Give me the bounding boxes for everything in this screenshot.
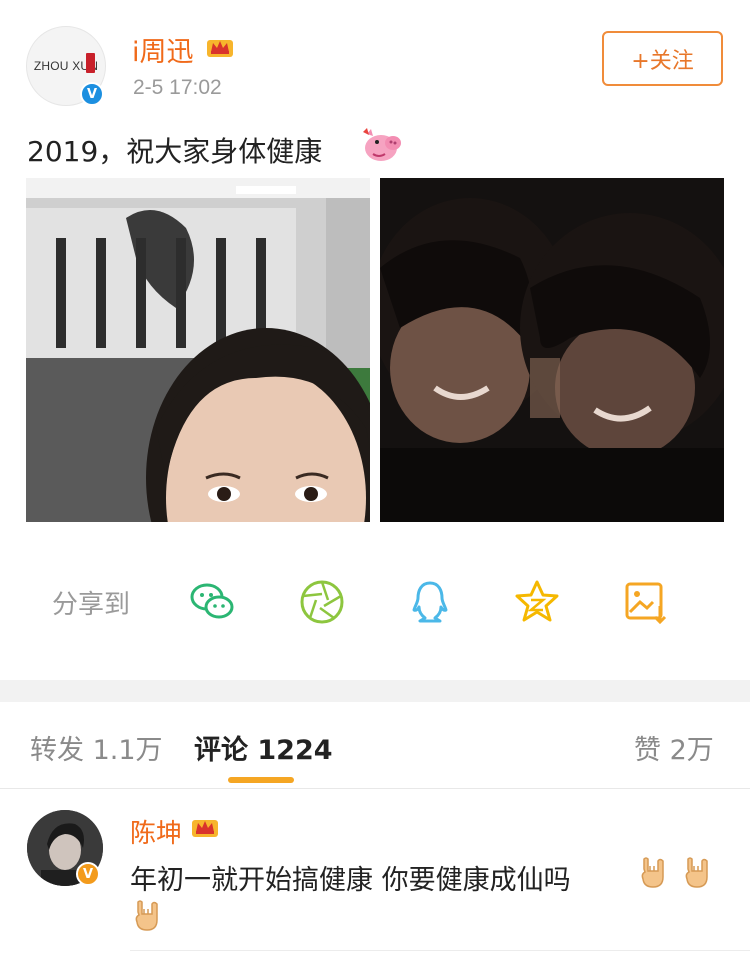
rock-hand-emoji-icon (641, 857, 664, 888)
rock-hand-emoji-icon (135, 900, 158, 931)
comment-text: 年初一就开始搞健康 你要健康成仙吗 (130, 865, 571, 896)
verified-badge-icon: V (80, 82, 104, 106)
post-timestamp: 2-5 17:02 (133, 76, 222, 99)
crown-vip-icon (192, 820, 218, 837)
selfie-photo-illustration (26, 178, 370, 522)
section-divider (0, 680, 750, 702)
qq-icon[interactable] (406, 578, 454, 626)
tab-likes[interactable]: 赞 2万 (634, 728, 714, 767)
save-image-icon[interactable] (622, 578, 670, 626)
author-name[interactable]: i周迅 (132, 30, 194, 69)
crown-vip-icon (207, 40, 233, 57)
active-tab-indicator (228, 777, 294, 783)
qzone-icon[interactable] (513, 578, 561, 626)
tab-repost[interactable]: 转发 1.1万 (30, 728, 163, 767)
couple-photo-illustration (380, 178, 724, 522)
post-text: 2019，祝大家身体健康 (27, 135, 323, 168)
avatar-logo-mark (86, 53, 95, 73)
rock-hand-emoji-icon (685, 857, 708, 888)
moments-icon[interactable] (298, 578, 346, 626)
post-image-selfie[interactable] (26, 178, 370, 522)
tab-bar-border (0, 788, 750, 789)
wechat-icon[interactable] (188, 578, 236, 626)
share-to-label: 分享到 (52, 590, 131, 620)
post-image-couple[interactable] (380, 178, 724, 522)
commenter-name[interactable]: 陈坤 (130, 813, 182, 850)
peppa-pig-emoji-icon (363, 128, 401, 161)
commenter-verified-icon: V (76, 862, 100, 886)
tab-comments[interactable]: 评论 1224 (194, 728, 333, 767)
comment-separator (130, 950, 750, 951)
follow-button[interactable]: +关注 (602, 31, 723, 86)
